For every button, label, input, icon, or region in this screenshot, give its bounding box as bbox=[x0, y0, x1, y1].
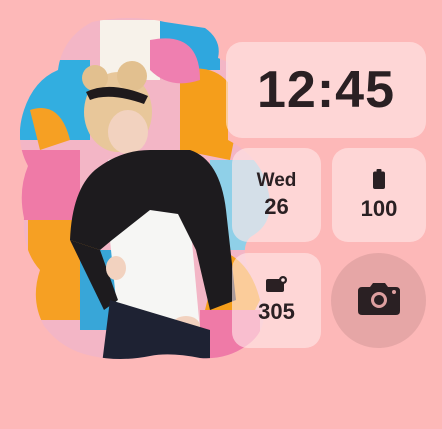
photo-count-widget[interactable]: 305 bbox=[232, 253, 321, 348]
weekday-label: Wed bbox=[256, 170, 297, 191]
battery-level: 100 bbox=[360, 195, 398, 221]
clock-time: 12:45 bbox=[257, 61, 395, 119]
camera-icon bbox=[357, 281, 400, 320]
date-widget[interactable]: Wed 26 bbox=[232, 148, 321, 242]
camera-button[interactable] bbox=[331, 253, 426, 348]
battery-widget[interactable]: 100 bbox=[332, 148, 426, 242]
photo-count-value: 305 bbox=[258, 299, 295, 324]
day-number: 26 bbox=[264, 194, 289, 219]
photo-count-icon bbox=[265, 276, 288, 297]
battery-icon bbox=[373, 168, 385, 194]
clock-widget[interactable]: 12:45 bbox=[226, 42, 426, 138]
